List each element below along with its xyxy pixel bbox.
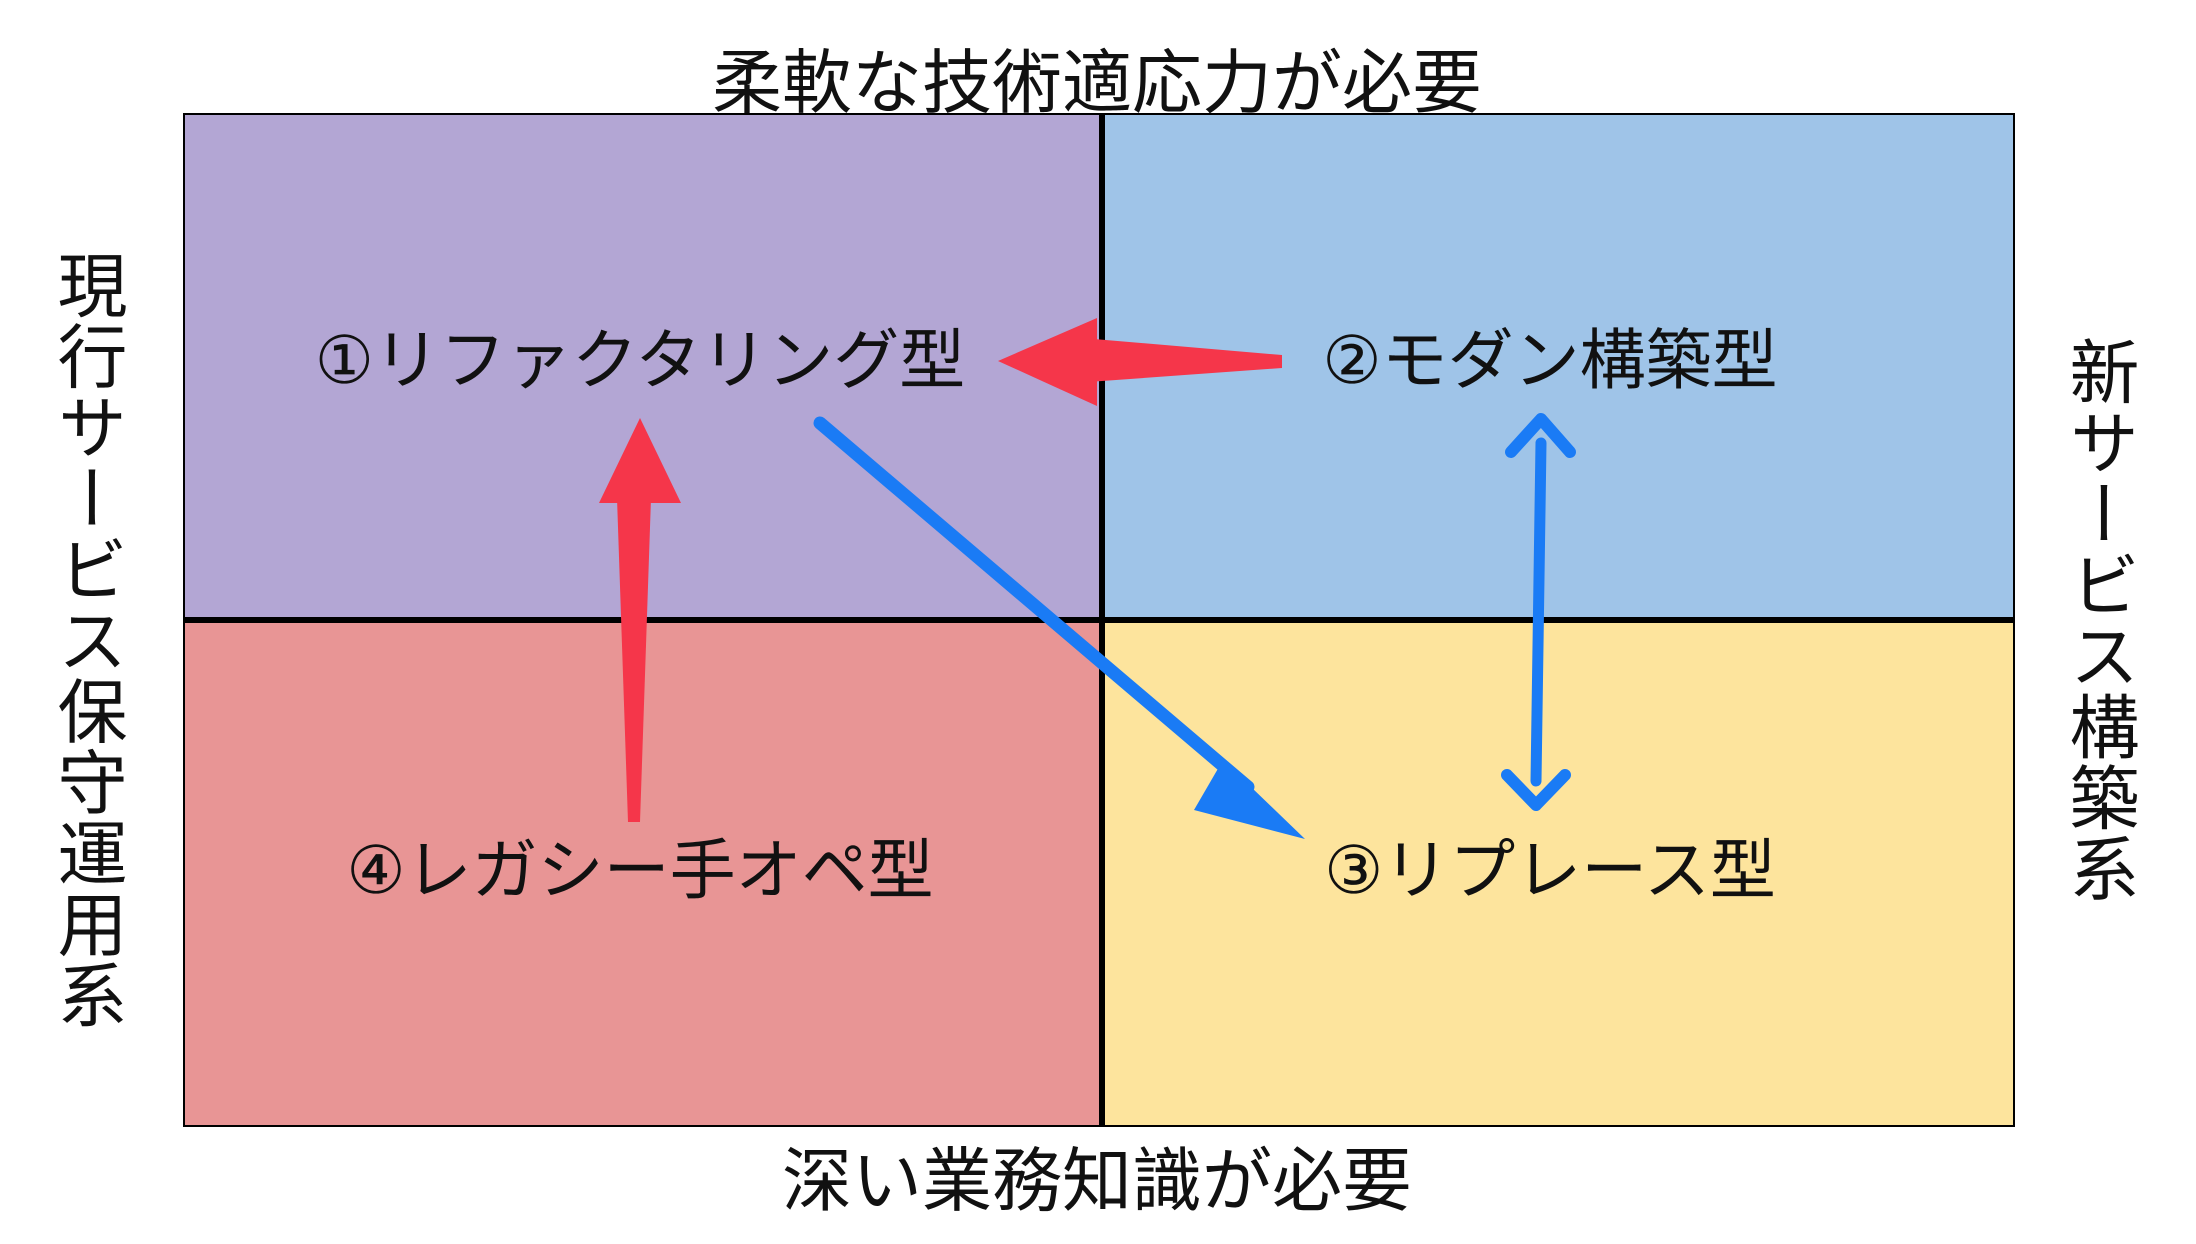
arrow-refactoring-to-replace xyxy=(813,416,1305,839)
arrow-modern-to-refactoring xyxy=(998,318,1282,406)
arrows-layer xyxy=(599,318,1576,839)
arrow-modern-replace-bidirectional xyxy=(1501,413,1576,811)
arrow-legacy-to-refactoring xyxy=(599,418,681,822)
